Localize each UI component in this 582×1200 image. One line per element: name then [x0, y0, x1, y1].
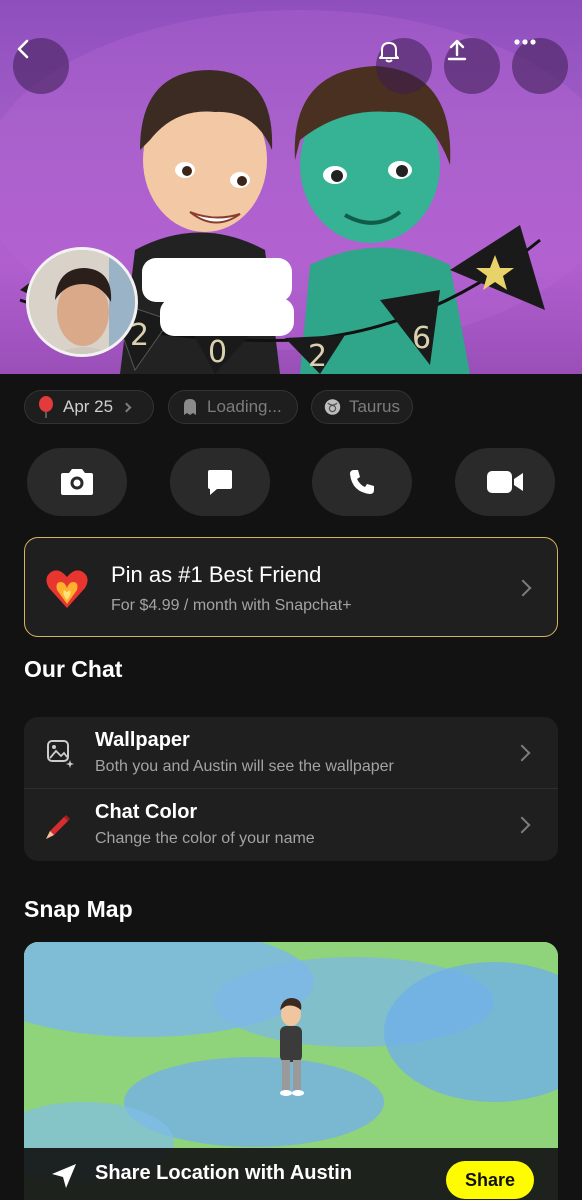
chat-color-title: Chat Color — [95, 801, 198, 823]
flaming-heart-icon — [46, 570, 88, 608]
avatar — [29, 250, 135, 354]
camera-button[interactable] — [27, 448, 127, 516]
pin-title: Pin as #1 Best Friend — [111, 562, 322, 587]
zodiac-label: Taurus — [348, 397, 400, 416]
wallpaper-title: Wallpaper — [95, 729, 190, 751]
chevron-right-icon — [513, 744, 531, 762]
chevron-right-icon — [513, 816, 531, 834]
phone-icon — [350, 470, 374, 494]
share-location-button[interactable]: Share — [446, 1161, 534, 1199]
balloon-icon — [39, 396, 53, 418]
svg-text:2: 2 — [308, 339, 327, 374]
video-icon — [487, 471, 523, 493]
wallpaper-row[interactable]: Wallpaper Both you and Austin will see t… — [24, 717, 558, 788]
location-arrow-icon — [52, 1164, 76, 1188]
wallpaper-icon — [47, 740, 74, 768]
our-chat-list: Wallpaper Both you and Austin will see t… — [24, 717, 558, 861]
profile-header: 2 0 2 6 — [0, 0, 582, 374]
chat-color-subtitle: Change the color of your name — [95, 830, 315, 847]
svg-text:0: 0 — [208, 335, 227, 370]
birthday-label: Apr 25 — [63, 397, 114, 416]
call-button[interactable] — [312, 448, 412, 516]
profile-photo[interactable] — [26, 247, 138, 357]
snap-map-title: Snap Map — [24, 896, 133, 922]
pin-best-friend-card[interactable]: Pin as #1 Best Friend For $4.99 / month … — [24, 537, 558, 637]
pin-subtitle: For $4.99 / month with Snapchat+ — [111, 597, 352, 614]
share-location-bar: Share Location with Austin Share — [24, 1148, 558, 1200]
zodiac-chip[interactable]: Taurus — [311, 390, 413, 424]
bell-icon — [379, 42, 399, 63]
wallpaper-subtitle: Both you and Austin will see the wallpap… — [95, 758, 394, 775]
upload-icon — [447, 39, 467, 61]
chevron-right-icon — [121, 402, 132, 412]
birthday-chip[interactable]: Apr 25 — [24, 390, 154, 424]
chevron-right-icon — [514, 579, 532, 597]
notifications-button[interactable] — [376, 38, 432, 94]
status-label: Loading... — [207, 397, 282, 416]
share-location-label: Share Location with Austin — [95, 1162, 353, 1184]
ghost-icon — [184, 399, 196, 415]
crayon-icon — [46, 815, 70, 839]
chat-button[interactable] — [170, 448, 270, 516]
our-chat-title: Our Chat — [24, 656, 123, 682]
chevron-left-icon — [17, 39, 29, 59]
taurus-icon — [324, 399, 341, 415]
back-button[interactable] — [13, 38, 69, 94]
video-call-button[interactable] — [455, 448, 555, 516]
chat-color-row[interactable]: Chat Color Change the color of your name — [24, 789, 558, 861]
more-options-button[interactable] — [512, 38, 568, 94]
svg-text:6: 6 — [412, 321, 431, 356]
snap-map-preview[interactable]: Share Location with Austin Share — [24, 942, 558, 1200]
redacted-username — [160, 298, 294, 336]
status-chip[interactable]: Loading... — [168, 390, 298, 424]
camera-icon — [61, 469, 93, 495]
redacted-name — [142, 258, 292, 302]
more-dots-icon — [514, 39, 536, 45]
share-profile-button[interactable] — [444, 38, 500, 94]
chat-icon — [208, 470, 232, 495]
